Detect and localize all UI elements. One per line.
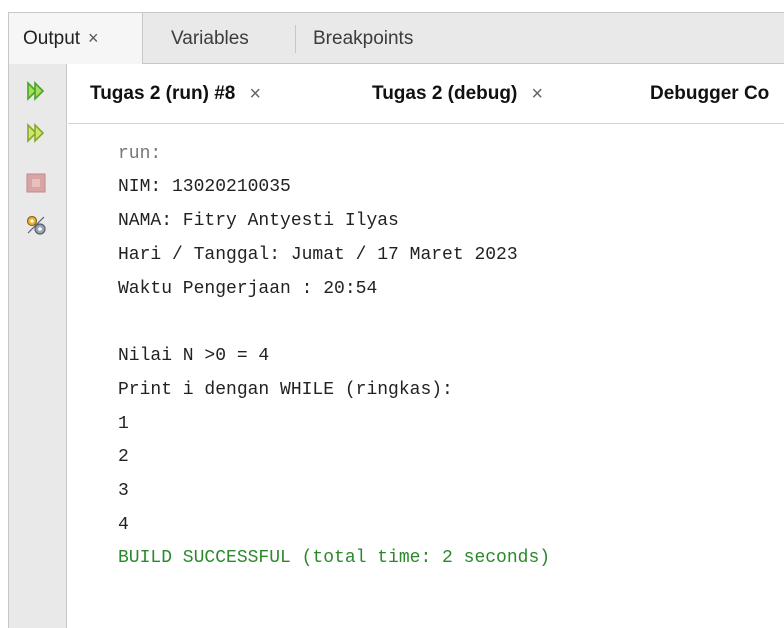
console-line: Nilai N >0 = 4: [118, 346, 270, 366]
close-icon[interactable]: ×: [531, 83, 543, 106]
tab-breakpoints-label: Breakpoints: [313, 27, 414, 49]
stop-icon: [26, 173, 46, 193]
tab-variables[interactable]: Variables: [157, 13, 263, 64]
rerun-with-params-icon: [27, 123, 45, 143]
console-line: NAMA: Fitry Antyesti Ilyas: [118, 211, 399, 231]
tab-output-label: Output: [23, 27, 81, 49]
console-line: Print i dengan WHILE (ringkas):: [118, 380, 453, 400]
output-panel: Tugas 2 (run) #8 × Tugas 2 (debug) × Deb…: [8, 64, 784, 628]
tab-run-session-label: Tugas 2 (run) #8: [90, 83, 236, 104]
tab-debugger-console-label: Debugger Co: [650, 83, 770, 104]
console-line: Hari / Tanggal: Jumat / 17 Maret 2023: [118, 245, 518, 265]
console-output[interactable]: run: NIM: 13020210035 NAMA: Fitry Antyes…: [118, 130, 784, 628]
console-line: 1: [118, 414, 129, 434]
output-window-tab-bar: Output × Variables Breakpoints: [8, 12, 784, 64]
console-line: 4: [118, 515, 129, 535]
console-line: NIM: 13020210035: [118, 177, 291, 197]
rerun-button[interactable]: [23, 78, 49, 104]
tab-debug-session[interactable]: Tugas 2 (debug) ×: [372, 64, 543, 124]
console-line: Waktu Pengerjaan : 20:54: [118, 279, 378, 299]
close-icon[interactable]: ×: [88, 28, 99, 49]
tab-divider: [295, 25, 296, 53]
tab-output[interactable]: Output ×: [9, 13, 143, 64]
tab-run-session[interactable]: Tugas 2 (run) #8 ×: [90, 64, 261, 124]
tab-breakpoints[interactable]: Breakpoints: [299, 13, 427, 64]
tab-debug-session-label: Tugas 2 (debug): [372, 83, 518, 104]
tab-debugger-console[interactable]: Debugger Co: [650, 64, 769, 124]
build-status: BUILD SUCCESSFUL (total time: 2 seconds): [118, 548, 551, 568]
rerun-with-params-button[interactable]: [23, 120, 49, 146]
console-line: 3: [118, 481, 129, 501]
tab-variables-label: Variables: [171, 27, 249, 49]
output-toolbar: [9, 64, 67, 628]
settings-icon: [26, 215, 46, 235]
console-header: run:: [118, 144, 162, 164]
console-line: 2: [118, 447, 129, 467]
run-session-tab-bar: Tugas 2 (run) #8 × Tugas 2 (debug) × Deb…: [68, 64, 784, 124]
stop-button[interactable]: [23, 170, 49, 196]
rerun-icon: [27, 81, 45, 101]
settings-button[interactable]: [23, 212, 49, 238]
close-icon[interactable]: ×: [249, 83, 261, 106]
